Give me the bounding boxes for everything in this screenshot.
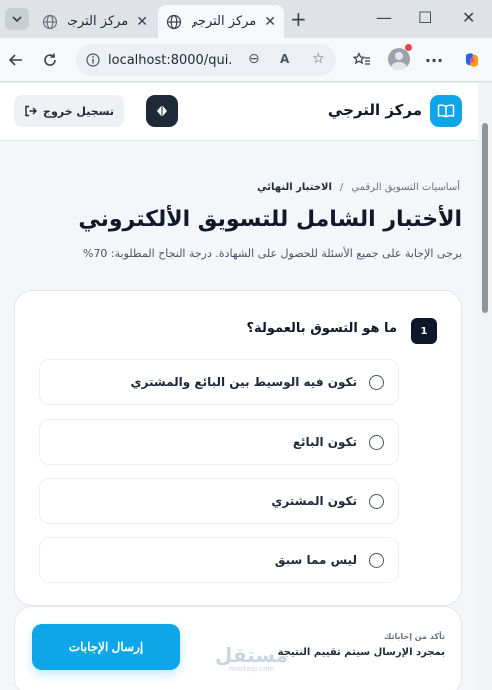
watermark-arabic: مستقل	[215, 643, 289, 667]
diamond-icon	[157, 105, 167, 117]
maximize-icon[interactable]: ☐	[418, 8, 432, 27]
confirm-title: تأكد من إجاباتك	[384, 632, 445, 641]
breadcrumb-parent-link[interactable]: أساسيات التسويق الرقمي	[351, 182, 460, 193]
question-card: 1 ما هو التسوق بالعمولة؟ تكون فيه الوسيط…	[14, 290, 462, 606]
close-window-icon[interactable]: ✕	[462, 8, 475, 27]
answer-option[interactable]: تكون البائع	[39, 419, 399, 465]
close-tab-icon[interactable]: ✕	[264, 14, 276, 30]
chevron-down-icon	[12, 16, 22, 23]
close-tab-icon[interactable]: ✕	[136, 14, 148, 30]
book-icon[interactable]	[430, 95, 462, 127]
page-viewport: مركز الترجي تسجيل خروج أساسيات التسويق ا…	[0, 83, 478, 690]
answer-option-label: تكون البائع	[292, 435, 357, 449]
radio-button[interactable]	[369, 493, 384, 509]
answer-option-label: تكون المشتري	[271, 494, 357, 508]
url-text: localhost:8000/qui...	[108, 52, 232, 68]
favorites-list-icon[interactable]	[352, 50, 372, 70]
confirm-text: بمجرد الإرسال سيتم تقييم النتيجة	[277, 647, 445, 658]
logout-label: تسجيل خروج	[43, 104, 114, 118]
radio-button[interactable]	[369, 374, 384, 390]
browser-tab-strip: مركز الترجي ✕ مركز الترجي ✕ + — ☐ ✕	[0, 0, 492, 38]
tab-title: مركز الترجي	[68, 14, 129, 29]
radio-button[interactable]	[369, 552, 384, 568]
mostaql-watermark: مستقل mostaql.com	[215, 645, 288, 673]
address-bar[interactable]: localhost:8000/qui... ⊖ A ☆	[76, 44, 336, 76]
read-aloud-icon[interactable]: A	[280, 52, 289, 66]
minimize-icon[interactable]: —	[376, 8, 392, 27]
answer-option[interactable]: ليس مما سبق	[39, 537, 399, 583]
back-arrow-icon[interactable]	[6, 50, 26, 70]
browser-tab-1[interactable]: مركز الترجي ✕	[34, 5, 156, 38]
notification-dot	[405, 44, 412, 51]
page-subtitle: يرجى الإجابة على جميع الأسئلة للحصول على…	[82, 247, 462, 260]
breadcrumb-current: الاختبار النهائي	[257, 182, 332, 193]
reload-icon[interactable]	[40, 50, 60, 70]
copilot-icon[interactable]	[462, 50, 482, 70]
answer-option-label: تكون فيه الوسيط بين البائع والمشتري	[130, 375, 358, 389]
question-text: ما هو التسوق بالعمولة؟	[246, 321, 397, 336]
answer-option[interactable]: تكون المشتري	[39, 478, 399, 524]
globe-icon	[166, 14, 182, 29]
tab-actions-menu-button[interactable]	[5, 8, 29, 30]
answer-option[interactable]: تكون فيه الوسيط بين البائع والمشتري	[39, 359, 399, 405]
breadcrumb-separator: /	[339, 182, 344, 193]
more-options-icon[interactable]: ···	[424, 50, 444, 70]
logout-icon	[25, 105, 38, 117]
logout-button[interactable]: تسجيل خروج	[14, 95, 124, 127]
theme-toggle-button[interactable]	[146, 95, 178, 127]
browser-tab-2[interactable]: مركز الترجي ✕	[158, 5, 284, 38]
radio-button[interactable]	[369, 434, 384, 450]
globe-icon	[42, 14, 58, 29]
profile-avatar[interactable]	[388, 48, 410, 70]
site-info-icon[interactable]	[86, 53, 100, 67]
page-title: الأختبار الشامل للتسويق الألكتروني	[78, 207, 462, 232]
brand-name[interactable]: مركز الترجي	[328, 101, 422, 119]
breadcrumb: أساسيات التسويق الرقمي / الاختبار النهائ…	[257, 182, 460, 193]
favorite-star-icon[interactable]: ☆	[312, 51, 325, 67]
tab-title: مركز الترجي	[192, 14, 257, 29]
zoom-icon[interactable]: ⊖	[248, 51, 260, 67]
browser-toolbar: localhost:8000/qui... ⊖ A ☆ ···	[0, 38, 492, 82]
question-number-badge: 1	[411, 318, 437, 344]
answer-option-label: ليس مما سبق	[274, 553, 357, 567]
page-scrollbar[interactable]	[478, 83, 492, 690]
site-header: مركز الترجي تسجيل خروج	[0, 83, 478, 141]
scrollbar-thumb[interactable]	[482, 123, 488, 313]
new-tab-button[interactable]: +	[290, 9, 307, 29]
submit-card: تأكد من إجاباتك بمجرد الإرسال سيتم تقييم…	[14, 606, 462, 690]
submit-answers-button[interactable]: إرسال الإجابات	[32, 624, 180, 670]
